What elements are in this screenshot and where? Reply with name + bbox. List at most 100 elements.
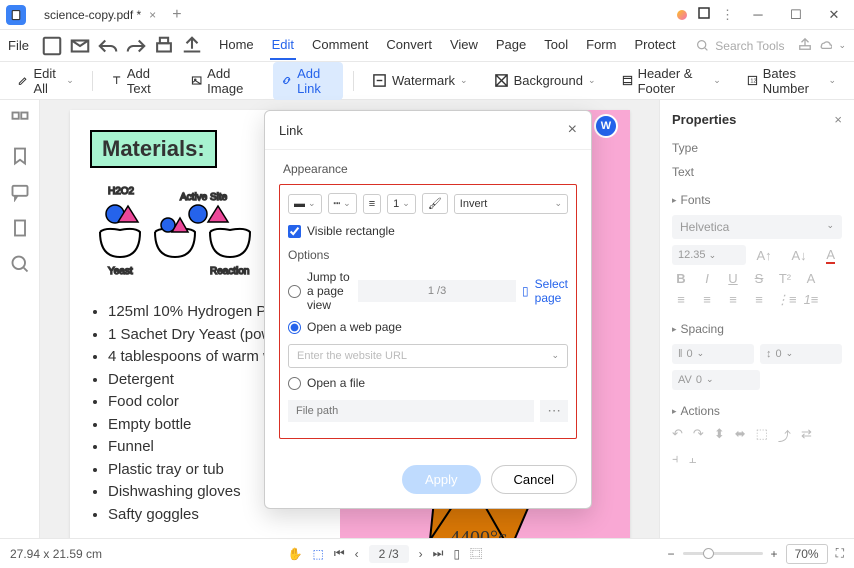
rotate-right-icon[interactable]: ↷ xyxy=(693,426,704,445)
print-icon[interactable] xyxy=(153,35,175,57)
continuous-page-icon[interactable]: ⿴ xyxy=(470,545,482,562)
export-icon[interactable] xyxy=(798,37,812,54)
jump-page-radio[interactable] xyxy=(288,285,301,298)
tab-protect[interactable]: Protect xyxy=(632,31,677,60)
share-icon[interactable] xyxy=(181,35,203,57)
select-page-icon[interactable]: ▯ xyxy=(522,284,529,298)
expand-icon[interactable]: ⌄ xyxy=(838,40,846,51)
add-text-button[interactable]: Add Text xyxy=(103,62,173,100)
attachments-icon[interactable] xyxy=(10,218,30,238)
undo-icon[interactable] xyxy=(97,35,119,57)
rotate-left-icon[interactable]: ↶ xyxy=(672,426,683,445)
watermark-button[interactable]: Watermark⌄ xyxy=(364,69,476,92)
browse-file-button[interactable]: ⋯ xyxy=(540,400,568,422)
bold-icon[interactable]: B xyxy=(672,271,690,286)
select-tool-icon[interactable]: ⬚ xyxy=(312,547,323,561)
background-button[interactable]: Background⌄ xyxy=(486,69,604,92)
redo-icon[interactable] xyxy=(125,35,147,57)
user-avatar-icon[interactable] xyxy=(677,10,687,20)
line-style-select[interactable]: ▬ ⌄ xyxy=(288,194,322,214)
decrease-font-icon[interactable]: A↓ xyxy=(791,248,806,263)
dash-style-select[interactable]: ┉ ⌄ xyxy=(328,193,357,214)
list-bullets-icon[interactable]: ⋮≡ xyxy=(776,292,794,308)
edit-all-button[interactable]: Edit All⌄ xyxy=(10,62,82,100)
apply-button[interactable]: Apply xyxy=(402,465,481,494)
kebab-icon[interactable]: ⋮ xyxy=(721,7,734,23)
align-left-icon[interactable]: ≡ xyxy=(672,292,690,308)
maximize-button[interactable]: ☐ xyxy=(782,3,810,27)
file-path-input[interactable] xyxy=(288,400,534,422)
bookmarks-icon[interactable] xyxy=(10,146,30,166)
list-numbered-icon[interactable]: 1≡ xyxy=(802,292,820,308)
single-page-icon[interactable]: ▯ xyxy=(453,547,460,561)
page-number-input[interactable] xyxy=(358,280,516,302)
url-input[interactable]: Enter the website URL⌄ xyxy=(288,344,568,368)
tab-convert[interactable]: Convert xyxy=(384,31,434,60)
tab-home[interactable]: Home xyxy=(217,31,256,60)
add-tab-button[interactable]: + xyxy=(172,6,181,24)
tab-tool[interactable]: Tool xyxy=(542,31,570,60)
strikethrough-icon[interactable]: S xyxy=(750,271,768,286)
bates-number-button[interactable]: 12 Bates Number⌄ xyxy=(739,62,844,100)
align-h-icon[interactable]: ⫠ xyxy=(689,451,697,467)
comments-icon[interactable] xyxy=(10,182,30,202)
tab-page[interactable]: Page xyxy=(494,31,528,60)
minimize-button[interactable]: ─ xyxy=(744,3,772,27)
close-window-button[interactable]: ✕ xyxy=(820,3,848,27)
font-color-icon[interactable]: A xyxy=(826,247,835,264)
visible-rectangle-checkbox[interactable]: Visible rectangle xyxy=(288,224,568,238)
thickness-icon[interactable]: ≡ xyxy=(363,194,381,214)
first-page-icon[interactable]: ⏮ xyxy=(334,546,345,561)
zoom-in-icon[interactable]: + xyxy=(771,547,778,561)
para-spacing-select[interactable]: ↕ 0 ⌄ xyxy=(760,344,842,364)
save-icon[interactable] xyxy=(41,35,63,57)
link-color-icon[interactable]: 🖌 xyxy=(422,193,448,214)
close-dialog-icon[interactable]: × xyxy=(568,121,577,139)
fit-page-icon[interactable]: ⛶ xyxy=(836,546,844,561)
word-export-icon[interactable]: W xyxy=(594,114,618,138)
cancel-button[interactable]: Cancel xyxy=(491,465,577,494)
mail-icon[interactable] xyxy=(69,35,91,57)
zoom-slider[interactable] xyxy=(683,552,763,555)
file-menu[interactable]: File xyxy=(8,38,29,53)
next-page-icon[interactable]: › xyxy=(419,547,423,561)
open-file-radio[interactable] xyxy=(288,377,301,390)
thumbnails-icon[interactable] xyxy=(10,110,30,130)
zoom-out-icon[interactable]: − xyxy=(668,547,675,561)
search-tools[interactable]: Search Tools ⌄ xyxy=(696,37,846,54)
cloud-icon[interactable] xyxy=(818,37,832,54)
crop-icon[interactable]: ⬚ xyxy=(756,426,768,445)
zoom-select[interactable]: 70% xyxy=(786,544,828,564)
align-center-icon[interactable]: ≡ xyxy=(698,292,716,308)
underline-icon[interactable]: U xyxy=(724,271,742,286)
line-width-select[interactable]: 1 ⌄ xyxy=(387,194,416,214)
open-web-radio[interactable] xyxy=(288,321,301,334)
close-tab-icon[interactable]: × xyxy=(149,8,156,22)
close-properties-icon[interactable]: × xyxy=(834,112,842,127)
char-spacing-select[interactable]: AV 0 ⌄ xyxy=(672,370,760,390)
line-spacing-select[interactable]: ‖ 0 ⌄ xyxy=(672,344,754,364)
align-v-icon[interactable]: ⫞ xyxy=(672,451,679,467)
align-justify-icon[interactable]: ≡ xyxy=(750,292,768,308)
search-panel-icon[interactable] xyxy=(10,254,30,274)
page-input[interactable]: 2 /3 xyxy=(369,545,409,563)
add-link-button[interactable]: Add Link xyxy=(273,62,343,100)
tab-view[interactable]: View xyxy=(448,31,480,60)
select-page-link[interactable]: Select page xyxy=(535,277,568,305)
flip-v-icon[interactable]: ⬌ xyxy=(735,426,746,445)
tab-comment[interactable]: Comment xyxy=(310,31,370,60)
flip-h-icon[interactable]: ⬍ xyxy=(714,426,725,445)
document-tab[interactable]: science-copy.pdf * × xyxy=(34,4,166,26)
align-right-icon[interactable]: ≡ xyxy=(724,292,742,308)
replace-icon[interactable]: ⇄ xyxy=(801,426,812,445)
tab-form[interactable]: Form xyxy=(584,31,618,60)
header-footer-button[interactable]: Header & Footer⌄ xyxy=(614,62,729,100)
extract-icon[interactable]: ⤴ xyxy=(778,426,791,445)
prev-page-icon[interactable]: ‹ xyxy=(355,547,359,561)
add-image-button[interactable]: Add Image xyxy=(183,62,263,100)
window-icon[interactable] xyxy=(697,6,711,23)
increase-font-icon[interactable]: A↑ xyxy=(756,248,771,263)
visible-rect-input[interactable] xyxy=(288,225,301,238)
tab-edit[interactable]: Edit xyxy=(270,31,296,60)
font-size-select[interactable]: 12.35 ⌄ xyxy=(672,245,746,265)
